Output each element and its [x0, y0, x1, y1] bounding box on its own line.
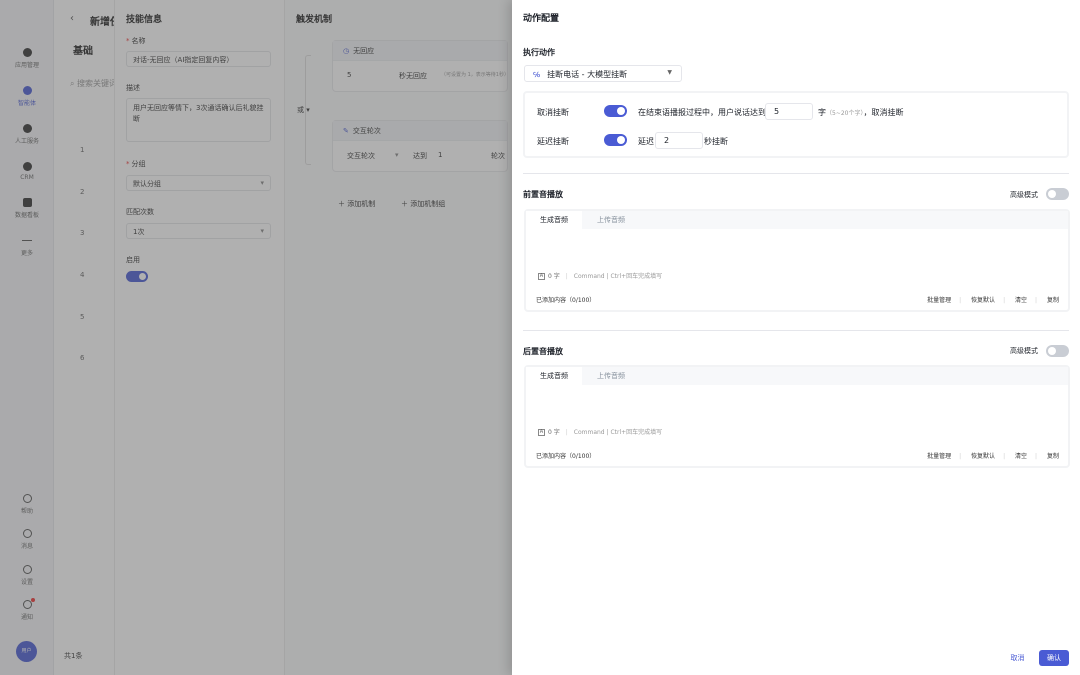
- batch-manage-button[interactable]: 批量管理: [927, 297, 951, 304]
- pre-play-input[interactable]: A0 字 | Command | Ctrl+回车完成填写: [538, 271, 662, 280]
- text-count-icon: A: [538, 273, 545, 280]
- pre-play-title: 前置音播放: [523, 190, 563, 199]
- confirm-button[interactable]: 确认: [1039, 650, 1069, 666]
- delay-hangup-label: 延迟挂断: [537, 137, 569, 146]
- tab-generate-audio[interactable]: 生成音频: [526, 367, 582, 385]
- divider: [523, 330, 1069, 331]
- chevron-down-icon: ▼: [667, 69, 672, 76]
- post-advanced-label: 高级模式: [1010, 347, 1038, 355]
- phone-hangup-icon: ℅: [533, 71, 541, 79]
- text-count-icon: A: [538, 429, 545, 436]
- hangup-options: 取消挂断 在结束语播报过程中，用户说话达到 5 字（5~20个字），取消挂断 延…: [523, 91, 1069, 158]
- post-advanced-toggle[interactable]: [1046, 345, 1069, 357]
- restore-default-button[interactable]: 恢复默认: [971, 297, 995, 304]
- tab-generate-audio[interactable]: 生成音频: [526, 211, 582, 229]
- pre-play-editor: 生成音频 上传音频 A0 字 | Command | Ctrl+回车完成填写 已添加…: [524, 209, 1070, 312]
- pre-advanced-label: 高级模式: [1010, 191, 1038, 199]
- tab-upload-audio[interactable]: 上传音频: [583, 211, 639, 229]
- divider: [523, 173, 1069, 174]
- pre-play-added-count: 已添加内容（0/100）: [536, 297, 596, 304]
- cancel-button[interactable]: 取消: [1002, 650, 1033, 666]
- exec-action-title: 执行动作: [523, 48, 555, 57]
- tab-upload-audio[interactable]: 上传音频: [583, 367, 639, 385]
- post-play-editor: 生成音频 上传音频 A0 字 | Command | Ctrl+回车完成填写 已添加…: [524, 365, 1070, 468]
- action-select[interactable]: ℅ 挂断电话 - 大模型挂断 ▼: [524, 65, 682, 82]
- cancel-hangup-toggle[interactable]: [604, 105, 627, 117]
- drawer-footer: 取消 确认: [998, 650, 1069, 666]
- cancel-hangup-label: 取消挂断: [537, 108, 569, 117]
- post-play-title: 后置音播放: [523, 347, 563, 356]
- batch-manage-button[interactable]: 批量管理: [927, 453, 951, 460]
- pre-play-actions: 批量管理 | 恢复默认 | 清空 | 复制: [927, 297, 1059, 304]
- action-config-drawer: 动作配置 执行动作 ℅ 挂断电话 - 大模型挂断 ▼ 取消挂断 在结束语播报过程中…: [512, 0, 1080, 675]
- restore-default-button[interactable]: 恢复默认: [971, 453, 995, 460]
- copy-button[interactable]: 复制: [1047, 453, 1059, 460]
- copy-button[interactable]: 复制: [1047, 297, 1059, 304]
- post-play-actions: 批量管理 | 恢复默认 | 清空 | 复制: [927, 453, 1059, 460]
- clear-button[interactable]: 清空: [1015, 453, 1027, 460]
- cancel-hangup-chars-input[interactable]: 5: [765, 103, 813, 120]
- delay-seconds-input[interactable]: 2: [655, 132, 703, 149]
- post-play-added-count: 已添加内容（0/100）: [536, 453, 596, 460]
- pre-play-tabs: 生成音频 上传音频: [526, 211, 1068, 229]
- drawer-title: 动作配置: [523, 14, 560, 24]
- pre-advanced-toggle[interactable]: [1046, 188, 1069, 200]
- post-play-tabs: 生成音频 上传音频: [526, 367, 1068, 385]
- modal-overlay[interactable]: [0, 0, 512, 675]
- delay-hangup-toggle[interactable]: [604, 134, 627, 146]
- post-play-input[interactable]: A0 字 | Command | Ctrl+回车完成填写: [538, 427, 662, 436]
- clear-button[interactable]: 清空: [1015, 297, 1027, 304]
